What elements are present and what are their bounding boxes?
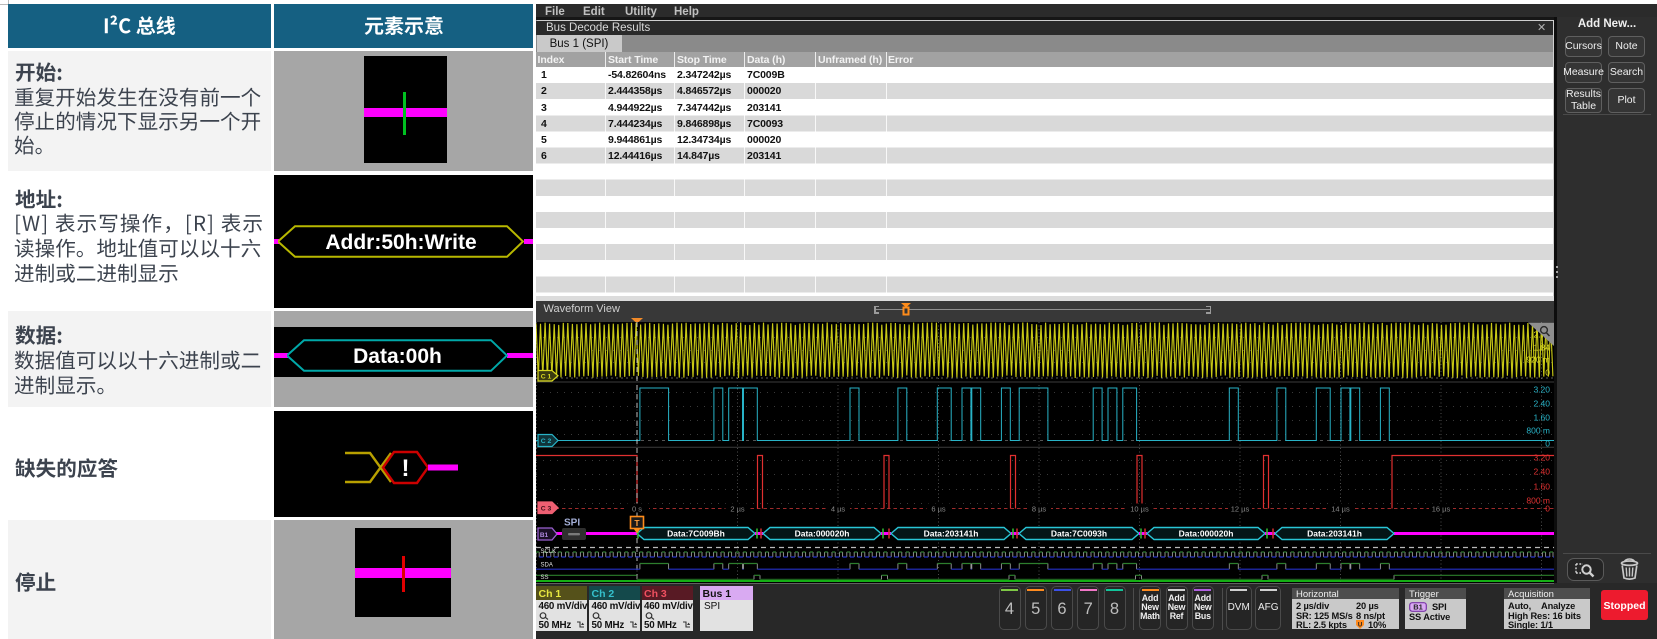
- svg-text:SS: SS: [541, 575, 549, 581]
- svg-text:10 µs: 10 µs: [1130, 504, 1149, 513]
- svg-text:0: 0: [1545, 503, 1550, 513]
- svg-text:B1: B1: [540, 532, 549, 539]
- svg-text:0: 0: [1545, 367, 1550, 377]
- svg-text:0 s: 0 s: [632, 504, 642, 513]
- svg-text:U: U: [1358, 622, 1362, 628]
- svg-text:2.40: 2.40: [1533, 398, 1550, 408]
- svg-text:8 µs: 8 µs: [1032, 504, 1047, 513]
- svg-text:SCLK: SCLK: [541, 549, 557, 555]
- svg-text:C 2: C 2: [541, 438, 552, 445]
- svg-text:14 µs: 14 µs: [1331, 504, 1350, 513]
- svg-text:12 µs: 12 µs: [1231, 504, 1250, 513]
- svg-text:Data:203141h: Data:203141h: [1307, 528, 1362, 538]
- svg-text:SPI: SPI: [564, 517, 580, 528]
- svg-text:SDA: SDA: [541, 562, 553, 568]
- svg-text:6 µs: 6 µs: [931, 504, 946, 513]
- svg-text:2.40: 2.40: [1533, 466, 1550, 476]
- svg-text:Data:7C0093h: Data:7C0093h: [1051, 528, 1107, 538]
- svg-text:16 µs: 16 µs: [1432, 504, 1451, 513]
- svg-text:0: 0: [1545, 438, 1550, 448]
- svg-text:2 µs: 2 µs: [730, 504, 745, 513]
- svg-text:B1: B1: [1413, 602, 1423, 611]
- svg-text:3.20: 3.20: [1533, 452, 1550, 462]
- svg-text:Data:203141h: Data:203141h: [924, 528, 979, 538]
- svg-text:Data:000020h: Data:000020h: [795, 528, 850, 538]
- svg-text:920 m: 920 m: [1526, 354, 1550, 364]
- svg-text:3.20: 3.20: [1533, 384, 1550, 394]
- svg-text:1.60: 1.60: [1533, 481, 1550, 491]
- svg-text:C 3: C 3: [541, 505, 552, 512]
- svg-text:C 1: C 1: [541, 373, 552, 380]
- svg-text:Data:7C009Bh: Data:7C009Bh: [667, 528, 725, 538]
- svg-text:T: T: [634, 518, 640, 528]
- svg-text:Data:00h: Data:00h: [353, 345, 442, 368]
- svg-text:4 µs: 4 µs: [831, 504, 846, 513]
- svg-text:800 m: 800 m: [1526, 425, 1550, 435]
- svg-text:Addr:50h:Write: Addr:50h:Write: [325, 231, 476, 254]
- svg-text:1.84: 1.84: [1533, 342, 1550, 352]
- svg-text:Data:000020h: Data:000020h: [1179, 528, 1234, 538]
- svg-text:1.60: 1.60: [1533, 412, 1550, 422]
- svg-text:!: !: [402, 455, 410, 482]
